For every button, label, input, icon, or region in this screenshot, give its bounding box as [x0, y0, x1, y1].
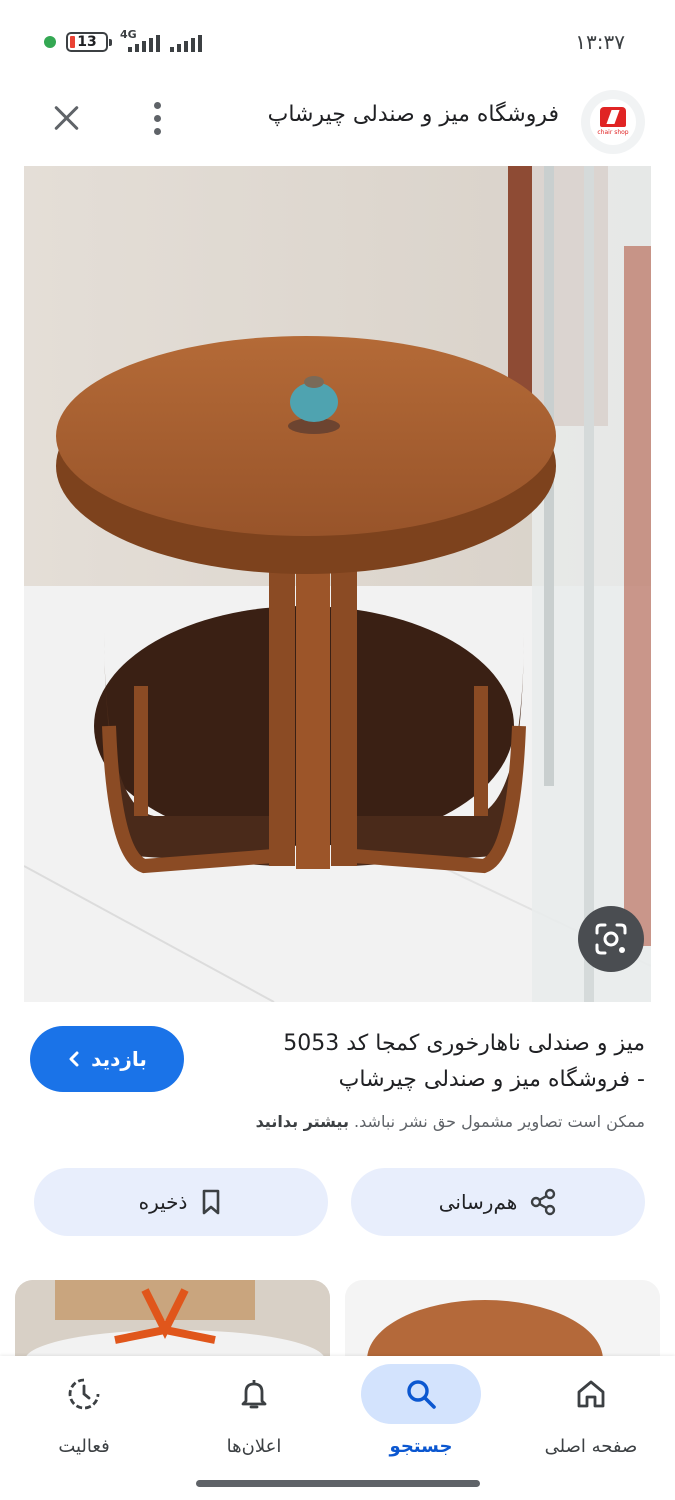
google-lens-button[interactable] — [578, 906, 644, 972]
nav-search-label: جستجو — [389, 1436, 453, 1457]
result-title-line-2: - فروشگاه میز و صندلی چیرشاپ — [338, 1067, 645, 1092]
signal-strength-icon-2 — [168, 32, 210, 52]
status-clock: ۱۳:۳۷ — [575, 30, 625, 54]
nav-home-label: صفحه اصلی — [544, 1436, 638, 1457]
nav-notifications[interactable]: اعلان‌ها — [170, 1356, 338, 1476]
status-bar: 13 4G ۱۳:۳۷ — [0, 0, 675, 80]
visit-site-button[interactable]: بازدید — [30, 1026, 184, 1092]
save-label: ذخیره — [138, 1190, 188, 1214]
nav-notifications-label: اعلان‌ها — [226, 1436, 282, 1457]
bookmark-icon — [203, 1189, 220, 1215]
table-photo-illustration — [24, 166, 651, 1002]
save-button[interactable]: ذخیره — [34, 1168, 328, 1236]
home-icon — [577, 1380, 605, 1408]
close-button[interactable] — [46, 98, 88, 140]
copyright-notice: ممکن است تصاویر مشمول حق نشر نباشد. بیشت… — [255, 1112, 645, 1131]
lens-icon — [595, 923, 627, 955]
result-title-line-1: میز و صندلی ناهارخوری کمجا کد 5053 — [283, 1031, 645, 1056]
bottom-navigation: صفحه اصلی جستجو اعلان‌ها — [0, 1356, 675, 1500]
share-icon — [531, 1188, 556, 1216]
signal-strength-icon — [120, 32, 162, 52]
nav-activity-label: فعالیت — [58, 1436, 110, 1457]
visit-label: بازدید — [91, 1047, 147, 1071]
product-image[interactable] — [24, 166, 651, 1002]
status-dot — [44, 36, 56, 48]
chevron-left-icon — [69, 1051, 79, 1067]
battery-indicator: 13 — [66, 32, 112, 52]
search-icon — [407, 1380, 436, 1409]
result-title[interactable]: میز و صندلی ناهارخوری کمجا کد 5053 - فرو… — [215, 1026, 645, 1098]
learn-more-link[interactable]: بیشتر بدانید — [256, 1112, 349, 1131]
activity-history-icon — [68, 1378, 100, 1410]
share-label: هم‌رسانی — [438, 1190, 518, 1214]
gesture-home-bar[interactable] — [196, 1480, 480, 1487]
nav-home[interactable]: صفحه اصلی — [507, 1356, 675, 1476]
nav-search[interactable]: جستجو — [337, 1356, 505, 1476]
site-favicon[interactable]: chair shop — [581, 90, 645, 154]
nav-activity[interactable]: فعالیت — [0, 1356, 168, 1476]
bell-icon — [241, 1380, 267, 1409]
share-button[interactable]: هم‌رسانی — [351, 1168, 645, 1236]
source-site-title[interactable]: فروشگاه میز و صندلی چیرشاپ — [268, 102, 559, 127]
viewer-header: فروشگاه میز و صندلی چیرشاپ chair shop — [0, 80, 675, 166]
more-options-button[interactable] — [146, 98, 168, 140]
chair-shop-logo: chair shop — [590, 99, 636, 145]
